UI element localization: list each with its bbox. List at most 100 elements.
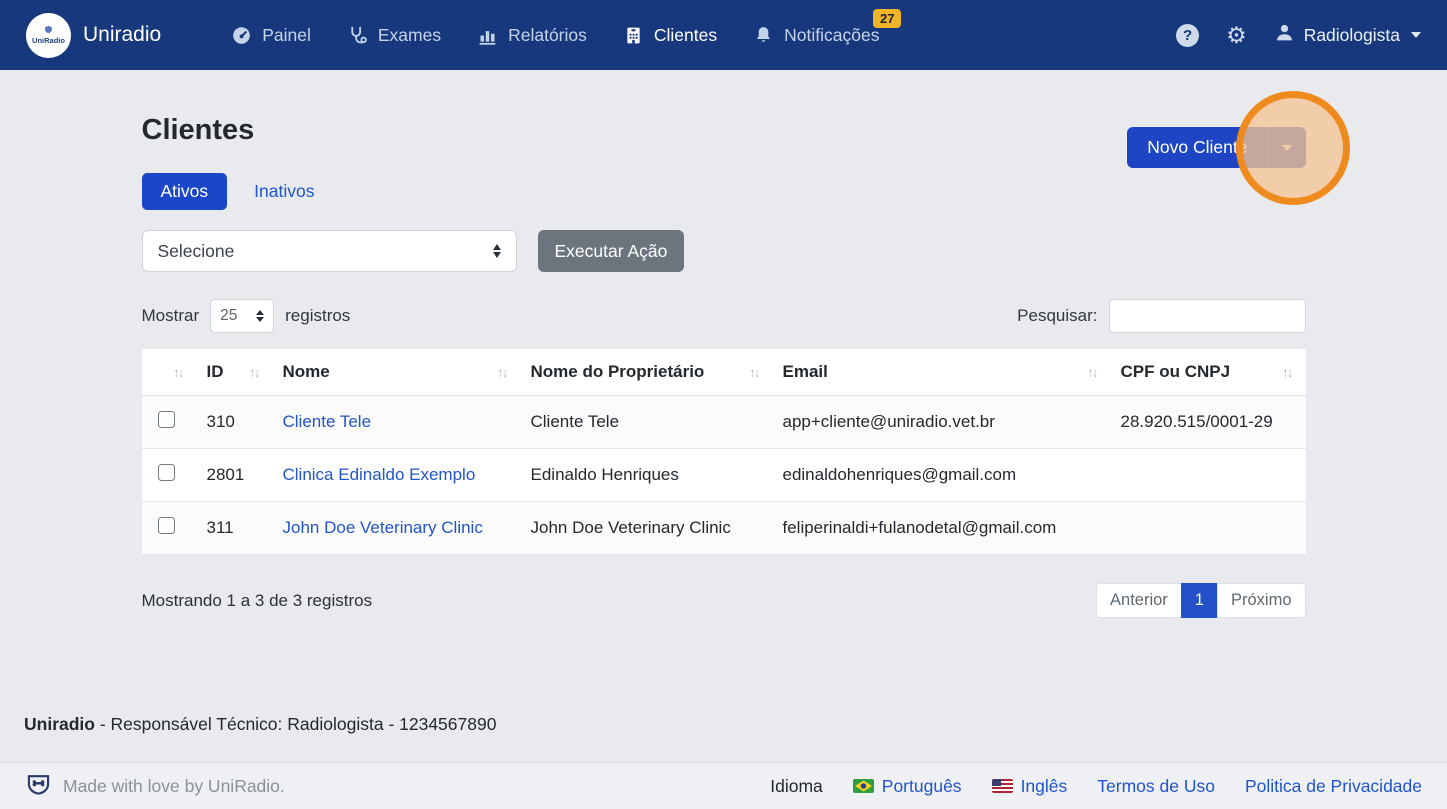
page-size-control: Mostrar 25 registros <box>142 299 351 333</box>
page-size-select[interactable]: 25 <box>210 299 274 333</box>
cell-email: app+cliente@uniradio.vet.br <box>773 396 1111 449</box>
new-client-dropdown-toggle[interactable] <box>1268 127 1306 168</box>
pagination: Anterior 1 Próximo <box>1096 583 1305 618</box>
cell-id: 310 <box>197 396 273 449</box>
shield-bone-icon <box>25 770 52 802</box>
cell-cpf-cnpj: 28.920.515/0001-29 <box>1111 396 1306 449</box>
cell-email: edinaldohenriques@gmail.com <box>773 449 1111 502</box>
nav-item-label: Exames <box>378 25 441 46</box>
cell-cpf-cnpj <box>1111 502 1306 555</box>
cell-id: 311 <box>197 502 273 555</box>
column-header-cpf-cnpj[interactable]: CPF ou CNPJ↑↓ <box>1111 349 1306 396</box>
footer-company: Uniradio <box>24 714 95 734</box>
technical-footer: Uniradio - Responsável Técnico: Radiolog… <box>24 714 496 735</box>
uniradio-logo: UniRadio <box>26 13 71 58</box>
action-select[interactable]: Selecione <box>142 230 517 272</box>
brand[interactable]: UniRadio Uniradio <box>26 13 161 58</box>
privacy-policy-link[interactable]: Politica de Privacidade <box>1245 776 1422 797</box>
cell-id: 2801 <box>197 449 273 502</box>
select-arrows-icon <box>256 310 264 322</box>
sort-icon: ↑↓ <box>749 365 763 380</box>
footer-technical-info: - Responsável Técnico: Radiologista - 12… <box>100 714 497 734</box>
column-header-id[interactable]: ID↑↓ <box>197 349 273 396</box>
sort-icon: ↑↓ <box>173 365 187 380</box>
us-flag-icon <box>992 779 1013 793</box>
sort-icon: ↑↓ <box>249 365 263 380</box>
column-header-proprietario[interactable]: Nome do Proprietário↑↓ <box>521 349 773 396</box>
cell-proprietario: John Doe Veterinary Clinic <box>521 502 773 555</box>
stethoscope-icon <box>347 25 368 46</box>
footer-credit: Made with love by UniRadio. <box>25 770 285 802</box>
clients-table: ↑↓ ID↑↓ Nome↑↓ Nome do Proprietário↑↓ Em… <box>142 349 1306 555</box>
sort-icon: ↑↓ <box>1087 365 1101 380</box>
sort-icon: ↑↓ <box>1282 365 1296 380</box>
client-name-link[interactable]: Cliente Tele <box>283 412 372 431</box>
user-icon <box>1274 22 1295 48</box>
bell-icon <box>753 25 774 46</box>
nav-item-exames[interactable]: Exames <box>347 25 441 46</box>
search-input[interactable] <box>1109 299 1306 333</box>
nav-item-label: Painel <box>262 25 311 46</box>
user-name: Radiologista <box>1304 25 1400 46</box>
help-icon[interactable]: ? <box>1176 24 1199 47</box>
pagination-next[interactable]: Próximo <box>1217 583 1306 618</box>
column-header-select[interactable]: ↑↓ <box>142 349 197 396</box>
cell-cpf-cnpj <box>1111 449 1306 502</box>
main-content: Clientes Novo Cliente Ativos Inativos Se… <box>142 70 1306 618</box>
brand-name: Uniradio <box>83 23 161 47</box>
nav-item-label: Notificações <box>784 25 879 46</box>
table-row: 311 John Doe Veterinary Clinic John Doe … <box>142 502 1306 555</box>
nav-item-clientes[interactable]: Clientes <box>623 25 717 46</box>
user-menu[interactable]: Radiologista <box>1274 22 1421 48</box>
language-label: Idioma <box>770 776 823 797</box>
tab-inativos[interactable]: Inativos <box>254 181 314 202</box>
new-client-button[interactable]: Novo Cliente <box>1127 127 1267 168</box>
new-client-button-group: Novo Cliente <box>1127 127 1305 168</box>
nav-item-painel[interactable]: Painel <box>231 25 311 46</box>
bar-chart-icon <box>477 25 498 46</box>
client-name-link[interactable]: Clinica Edinaldo Exemplo <box>283 465 476 484</box>
page-size-value: 25 <box>220 307 237 325</box>
logo-shield-icon <box>44 25 53 36</box>
brazil-flag-icon <box>853 779 874 793</box>
row-checkbox[interactable] <box>158 464 175 481</box>
tab-ativos[interactable]: Ativos <box>142 173 228 210</box>
table-row: 2801 Clinica Edinaldo Exemplo Edinaldo H… <box>142 449 1306 502</box>
gear-icon[interactable]: ⚙ <box>1226 24 1247 47</box>
pagination-current-page[interactable]: 1 <box>1181 583 1218 618</box>
pagination-previous[interactable]: Anterior <box>1096 583 1182 618</box>
records-summary: Mostrando 1 a 3 de 3 registros <box>142 591 373 611</box>
row-checkbox[interactable] <box>158 517 175 534</box>
chevron-down-icon <box>1411 32 1421 38</box>
terms-of-use-link[interactable]: Termos de Uso <box>1097 776 1215 797</box>
language-english-link[interactable]: Inglês <box>992 776 1068 797</box>
nav-item-relatorios[interactable]: Relatórios <box>477 25 587 46</box>
language-portuguese-link[interactable]: Português <box>853 776 962 797</box>
nav-item-notificacoes[interactable]: Notificações 27 <box>753 25 879 46</box>
cell-proprietario: Edinaldo Henriques <box>521 449 773 502</box>
search-control: Pesquisar: <box>1017 299 1305 333</box>
execute-action-button[interactable]: Executar Ação <box>538 230 685 272</box>
action-select-value: Selecione <box>158 241 235 262</box>
column-header-nome[interactable]: Nome↑↓ <box>273 349 521 396</box>
nav-item-label: Clientes <box>654 25 717 46</box>
cell-email: feliperinaldi+fulanodetal@gmail.com <box>773 502 1111 555</box>
bulk-action-row: Selecione Executar Ação <box>142 230 1306 272</box>
table-footer: Mostrando 1 a 3 de 3 registros Anterior … <box>142 583 1306 618</box>
client-name-link[interactable]: John Doe Veterinary Clinic <box>283 518 483 537</box>
chevron-down-icon <box>1282 145 1292 151</box>
logo-text: UniRadio <box>32 37 65 45</box>
gauge-icon <box>231 25 252 46</box>
sort-icon: ↑↓ <box>497 365 511 380</box>
app-screen: UniRadio Uniradio Painel Exames <box>0 0 1447 809</box>
footer-links: Idioma Português Inglês Termos de Uso Po… <box>770 776 1422 797</box>
column-header-email[interactable]: Email↑↓ <box>773 349 1111 396</box>
nav-menu: Painel Exames Relatórios Clientes <box>231 25 1176 46</box>
top-navbar: UniRadio Uniradio Painel Exames <box>0 0 1447 70</box>
nav-item-label: Relatórios <box>508 25 587 46</box>
show-label: Mostrar <box>142 306 200 326</box>
table-row: 310 Cliente Tele Cliente Tele app+client… <box>142 396 1306 449</box>
made-with-text: Made with love by UniRadio. <box>63 776 285 797</box>
cell-proprietario: Cliente Tele <box>521 396 773 449</box>
row-checkbox[interactable] <box>158 411 175 428</box>
